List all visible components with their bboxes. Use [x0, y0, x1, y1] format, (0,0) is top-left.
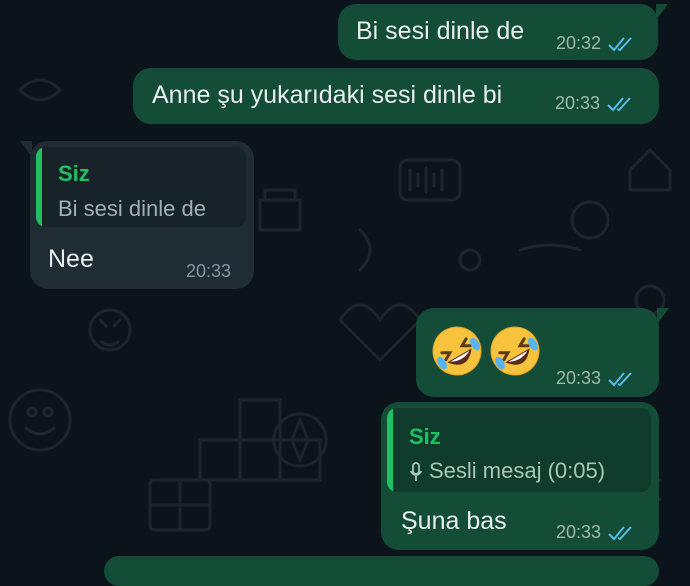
- message-text: Anne şu yukarıdaki sesi dinle bi: [152, 81, 503, 109]
- outgoing-message[interactable]: 20:33: [416, 308, 669, 397]
- double-check-icon: [608, 36, 632, 51]
- quote-author: Siz: [58, 161, 90, 186]
- bubble-tail: [656, 4, 668, 20]
- message-meta: 20:33: [186, 261, 231, 282]
- message-time: 20:33: [556, 522, 602, 542]
- message-time: 20:33: [556, 368, 602, 388]
- quote-author: Siz: [409, 424, 441, 449]
- outgoing-message[interactable]: Siz Sesli mesaj (0:05) Şuna bas 20:33: [381, 402, 659, 550]
- emoji-row: [430, 324, 542, 378]
- quote-accent-bar: [36, 147, 42, 227]
- message-text: Bi sesi dinle de: [356, 17, 525, 45]
- outgoing-message[interactable]: [104, 556, 659, 586]
- message-text: Şuna bas: [401, 507, 507, 535]
- mic-icon: [409, 462, 423, 482]
- double-check-icon: [608, 525, 632, 540]
- message-meta: 20:32: [556, 33, 635, 54]
- quote-voice-line: Sesli mesaj (0:05): [409, 458, 605, 484]
- message-meta: 20:33: [555, 93, 634, 114]
- quoted-message[interactable]: Siz Bi sesi dinle de: [36, 147, 246, 227]
- message-time: 20:33: [555, 93, 601, 113]
- rolling-on-floor-laughing-emoji: [432, 326, 482, 376]
- double-check-icon: [607, 96, 631, 111]
- outgoing-message[interactable]: Anne şu yukarıdaki sesi dinle bi 20:33: [133, 68, 659, 124]
- message-text: Nee: [48, 245, 94, 273]
- message-meta: 20:33: [556, 522, 635, 543]
- message-time: 20:32: [556, 33, 602, 53]
- quote-text: Bi sesi dinle de: [58, 196, 206, 221]
- quote-accent-bar: [387, 408, 393, 492]
- message-meta: 20:33: [556, 368, 635, 389]
- quoted-message[interactable]: Siz Sesli mesaj (0:05): [387, 408, 651, 492]
- bubble-tail: [657, 308, 669, 324]
- incoming-message[interactable]: Siz Bi sesi dinle de Nee 20:33: [20, 141, 254, 289]
- message-time: 20:33: [186, 261, 232, 281]
- double-check-icon: [608, 371, 632, 386]
- rolling-on-floor-laughing-emoji: [490, 326, 540, 376]
- quote-text: Sesli mesaj (0:05): [429, 458, 606, 483]
- bubble-tail: [20, 141, 32, 157]
- outgoing-message[interactable]: Bi sesi dinle de 20:32: [338, 4, 668, 60]
